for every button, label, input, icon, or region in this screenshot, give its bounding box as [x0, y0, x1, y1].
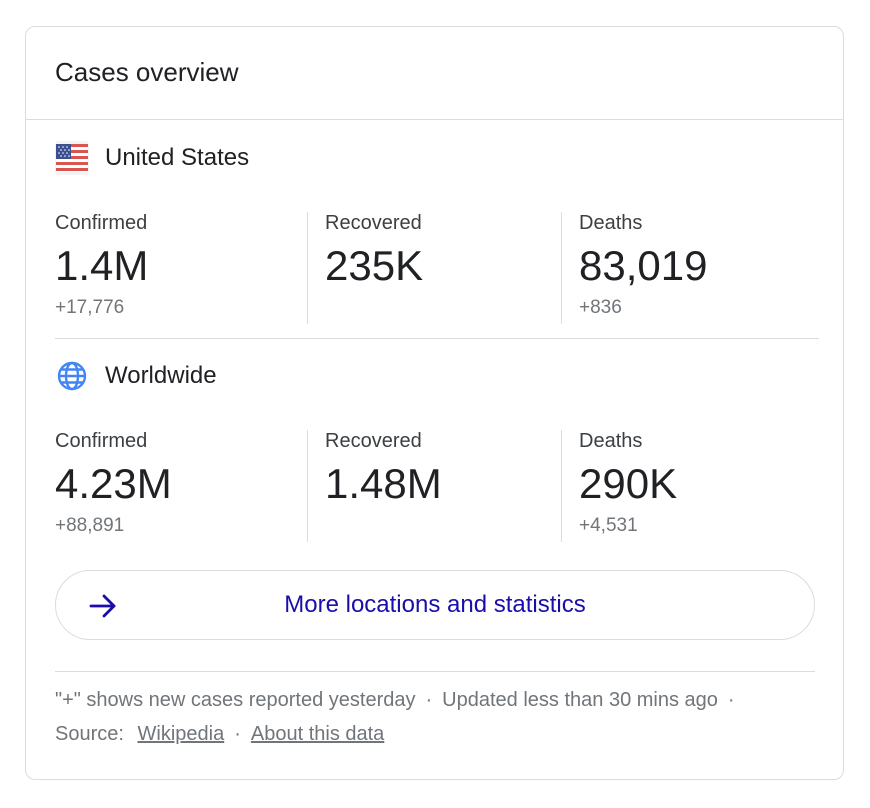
footer-source-line: Source: Wikipedia · About this data [55, 723, 384, 746]
world-recovered-stat: Recovered 1.48M [325, 430, 442, 540]
globe-icon [55, 359, 89, 393]
stat-separator [561, 430, 562, 542]
stat-delta: +17,776 [55, 297, 125, 318]
updated-text: Updated less than 30 mins ago [442, 689, 718, 711]
cases-overview-card: Cases overview United States Confirmed 1… [25, 26, 844, 780]
new-cases-note: "+" shows new cases reported yesterday [55, 689, 416, 711]
us-deaths-stat: Deaths 83,019 +836 [579, 212, 707, 322]
us-header: United States [55, 140, 249, 176]
us-location-name: United States [105, 144, 250, 171]
card-title: Cases overview [55, 57, 239, 87]
us-recovered-stat: Recovered 235K [325, 212, 423, 322]
about-data-link[interactable]: About this data [251, 723, 384, 745]
footer-separator: · [425, 689, 433, 711]
stat-delta: +88,891 [55, 515, 125, 536]
stat-value: 1.4M [55, 242, 149, 289]
world-confirmed-stat: Confirmed 4.23M +88,891 [55, 430, 172, 540]
stat-delta: +836 [579, 297, 622, 318]
stat-value: 290K [579, 460, 678, 507]
stat-label: Deaths [579, 430, 643, 452]
stat-label: Deaths [579, 212, 643, 234]
stat-separator [307, 212, 308, 324]
us-confirmed-stat: Confirmed 1.4M +17,776 [55, 212, 148, 322]
stat-value: 1.48M [325, 460, 442, 507]
more-locations-label: More locations and statistics [284, 591, 586, 618]
stat-delta: +4,531 [579, 515, 638, 536]
world-deaths-stat: Deaths 290K +4,531 [579, 430, 677, 540]
stat-value: 4.23M [55, 460, 172, 507]
us-flag-icon [55, 141, 89, 175]
stat-value: 235K [325, 242, 424, 289]
worldwide-location-name: Worldwide [105, 362, 217, 389]
stat-label: Confirmed [55, 430, 148, 452]
section-divider [55, 338, 819, 339]
footer-divider [55, 671, 815, 672]
worldwide-header: Worldwide [55, 358, 217, 394]
stat-value: 83,019 [579, 242, 708, 289]
footer-separator: · [234, 723, 241, 745]
stat-label: Recovered [325, 430, 422, 452]
title-divider [26, 119, 843, 120]
stat-separator [561, 212, 562, 324]
source-label: Source: [55, 723, 124, 745]
stat-label: Recovered [325, 212, 422, 234]
footer-note-line: "+" shows new cases reported yesterday · U… [55, 689, 745, 712]
footer-separator: · [727, 689, 735, 711]
more-locations-button[interactable]: More locations and statistics [55, 570, 815, 640]
wikipedia-link[interactable]: Wikipedia [138, 723, 225, 745]
stat-separator [307, 430, 308, 542]
stat-label: Confirmed [55, 212, 148, 234]
